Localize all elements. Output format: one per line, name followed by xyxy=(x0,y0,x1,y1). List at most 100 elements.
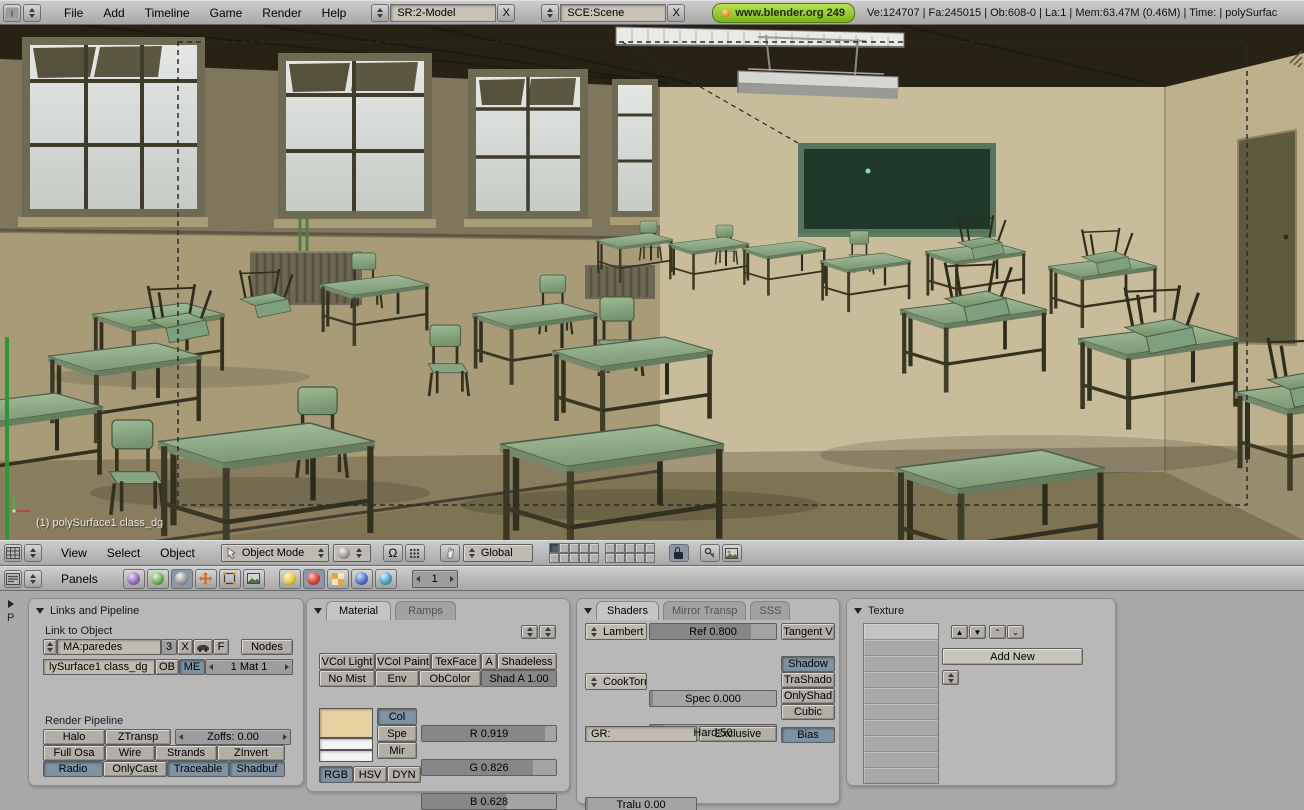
onlyshad-toggle[interactable]: OnlyShad xyxy=(781,688,835,704)
zoffs-number[interactable]: Zoffs: 0.00 xyxy=(175,729,291,745)
panel-collapse-triangle[interactable] xyxy=(584,607,592,614)
r-slider[interactable]: R 0.919 xyxy=(421,725,557,742)
texture-slot[interactable] xyxy=(864,768,938,783)
screen-name-field[interactable]: SR:2-Model xyxy=(390,3,497,22)
scene-delete-button[interactable]: X xyxy=(667,3,686,22)
texture-slot[interactable] xyxy=(864,720,938,736)
texface-toggle[interactable]: TexFace xyxy=(431,653,481,670)
mirror-color-swatch[interactable] xyxy=(319,750,373,762)
bias-toggle[interactable]: Bias xyxy=(781,727,835,743)
diffuse-color-swatch[interactable] xyxy=(319,708,373,738)
menu-object[interactable]: Object xyxy=(150,541,205,565)
stepper-left-arrow-icon[interactable] xyxy=(179,734,183,740)
texture-slot[interactable] xyxy=(864,640,938,656)
layer-cell[interactable] xyxy=(588,553,599,563)
shad-a-slider[interactable]: Shad A 1.00 xyxy=(481,670,557,687)
material-name-field[interactable]: MA:paredes xyxy=(57,639,161,655)
buttons-editor-icon[interactable] xyxy=(4,569,22,588)
material-up-down-button-1[interactable] xyxy=(521,625,538,639)
render-preview-button[interactable] xyxy=(721,544,742,562)
material-buttons-button[interactable] xyxy=(302,568,325,589)
screen-browse-button[interactable] xyxy=(371,3,390,22)
preview-panel-collapsed[interactable]: P xyxy=(7,600,14,624)
material-up-down-button-2[interactable] xyxy=(539,625,556,639)
radio-toggle[interactable]: Radio xyxy=(43,761,103,777)
info-editor-icon[interactable]: i xyxy=(3,3,21,22)
material-unlink-button[interactable]: X xyxy=(177,639,193,655)
texture-move-down-button[interactable]: ▼ xyxy=(969,625,986,639)
hsv-mode-toggle[interactable]: HSV xyxy=(353,766,387,783)
fake-user-button[interactable]: F xyxy=(213,639,229,655)
menu-add[interactable]: Add xyxy=(93,1,134,24)
layer-cell[interactable] xyxy=(634,543,645,553)
shading-context-button[interactable] xyxy=(170,568,193,589)
obcolor-toggle[interactable]: ObColor xyxy=(419,670,481,687)
proportional-edit-button[interactable] xyxy=(699,544,720,562)
texture-slot[interactable] xyxy=(864,624,938,640)
panels-menu[interactable]: Panels xyxy=(51,567,108,590)
full-osa-toggle[interactable]: Full Osa xyxy=(43,745,105,761)
zinvert-toggle[interactable]: ZInvert xyxy=(217,745,285,761)
texture-buttons-button[interactable] xyxy=(326,568,349,589)
trashado-toggle[interactable]: TraShado xyxy=(781,672,835,688)
scene-browse-button[interactable] xyxy=(541,3,560,22)
ob-toggle[interactable]: OB xyxy=(155,659,179,675)
shadow-toggle[interactable]: Shadow xyxy=(781,656,835,672)
shadeless-toggle[interactable]: Shadeless xyxy=(497,653,557,670)
specular-shader-dropdown[interactable]: CookTorr xyxy=(585,673,647,690)
panel-collapse-triangle[interactable] xyxy=(36,607,44,614)
tab-mirror-transp[interactable]: Mirror Transp xyxy=(662,601,747,620)
draw-type-dropdown[interactable] xyxy=(332,544,371,562)
texture-prev-button[interactable]: ⌃ xyxy=(989,625,1006,639)
texture-move-up-button[interactable]: ▲ xyxy=(951,625,968,639)
ztransp-toggle[interactable]: ZTransp xyxy=(105,729,171,745)
layer-cell[interactable] xyxy=(578,553,589,563)
menu-timeline[interactable]: Timeline xyxy=(135,1,200,24)
tab-material[interactable]: Material xyxy=(326,601,392,620)
scene-name-field[interactable]: SCE:Scene xyxy=(560,3,667,22)
frame-number-stepper[interactable]: 1 xyxy=(411,569,458,588)
mode-dropdown[interactable]: Object Mode xyxy=(220,544,329,562)
g-slider[interactable]: G 0.826 xyxy=(421,759,557,776)
blender-version-button[interactable]: www.blender.org 249 xyxy=(712,2,855,23)
orientation-dropdown[interactable]: Global xyxy=(462,544,533,562)
menu-render[interactable]: Render xyxy=(252,1,311,24)
view3d-editor-icon[interactable] xyxy=(4,544,22,562)
layer-cell[interactable] xyxy=(578,543,589,553)
wire-toggle[interactable]: Wire xyxy=(105,745,155,761)
no-mist-toggle[interactable]: No Mist xyxy=(319,670,375,687)
material-slot-stepper[interactable]: 1 Mat 1 xyxy=(205,659,293,675)
layer-cell[interactable] xyxy=(634,553,645,563)
editing-context-button[interactable] xyxy=(218,568,241,589)
b-slider[interactable]: B 0.628 xyxy=(421,793,557,810)
scene-context-button[interactable] xyxy=(242,568,265,589)
env-toggle[interactable]: Env xyxy=(375,670,419,687)
header-collapse-button[interactable] xyxy=(24,544,42,562)
stepper-right-arrow-icon[interactable] xyxy=(283,734,287,740)
menu-view[interactable]: View xyxy=(51,541,97,565)
radiosity-buttons-button[interactable] xyxy=(350,568,373,589)
header-collapse-button[interactable] xyxy=(23,3,41,22)
layer-cell[interactable] xyxy=(548,553,559,563)
texture-slot[interactable] xyxy=(864,736,938,752)
auto-name-button[interactable] xyxy=(193,639,213,655)
menu-game[interactable]: Game xyxy=(200,1,253,24)
texture-slot[interactable] xyxy=(864,688,938,704)
nodes-button[interactable]: Nodes xyxy=(241,639,293,655)
layer-cell[interactable] xyxy=(624,543,635,553)
lock-layers-button[interactable] xyxy=(668,544,689,562)
group-field[interactable]: GR: xyxy=(585,726,697,742)
snap-grid-button[interactable] xyxy=(404,544,425,562)
tralu-slider[interactable]: Tralu 0.00 xyxy=(585,797,697,810)
layer-cell[interactable] xyxy=(588,543,599,553)
world-buttons-button[interactable] xyxy=(374,568,397,589)
onlycast-toggle[interactable]: OnlyCast xyxy=(103,761,167,777)
rgb-mode-toggle[interactable]: RGB xyxy=(319,766,353,783)
cubic-toggle[interactable]: Cubic xyxy=(781,704,835,720)
stepper-right-arrow-icon[interactable] xyxy=(449,575,454,582)
logic-context-button[interactable] xyxy=(122,568,145,589)
texture-slot[interactable] xyxy=(864,672,938,688)
layer-cell[interactable] xyxy=(614,553,625,563)
menu-file[interactable]: File xyxy=(54,1,93,24)
layer-cell[interactable] xyxy=(604,553,615,563)
